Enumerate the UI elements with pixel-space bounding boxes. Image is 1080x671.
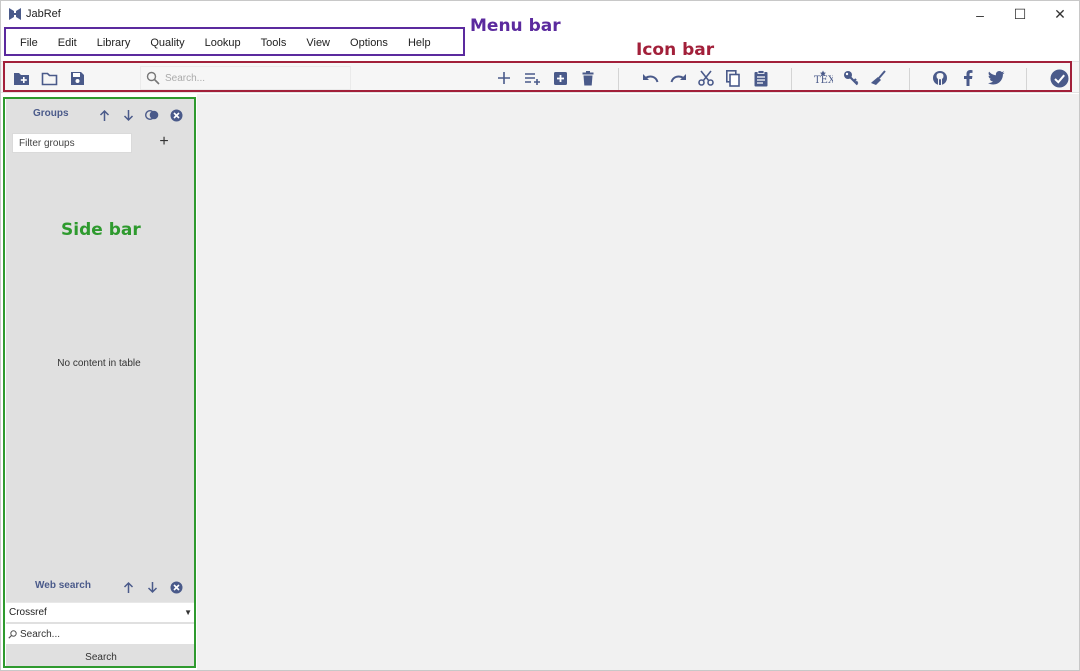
save-library-icon[interactable] [67,68,87,88]
close-pane-icon[interactable] [168,579,184,595]
web-search-input[interactable] [20,628,190,640]
toolbar-separator [618,68,619,90]
menu-quality[interactable]: Quality [140,33,194,53]
toolbar-separator [791,68,792,90]
move-up-icon[interactable] [96,107,112,123]
move-down-icon[interactable] [144,579,160,595]
facebook-icon[interactable] [958,68,978,88]
groups-title: Groups [33,108,69,119]
icon-bar-annotation-label: Icon bar [636,40,715,60]
svg-text:TEX: TEX [814,75,833,86]
key-icon[interactable] [841,68,861,88]
add-entry-icon[interactable] [494,68,514,88]
web-search-source-value: Crossref [9,607,47,618]
global-search-input[interactable] [165,72,345,84]
side-bar-annotation-label: Side bar [61,220,141,240]
icon-bar: TEX [1,61,1079,93]
web-search-field[interactable] [6,624,196,644]
close-button[interactable]: ✕ [1040,1,1080,28]
groups-header: Groups [6,105,196,125]
chevron-down-icon: ▼ [184,608,192,617]
minimize-button[interactable]: – [960,1,1000,28]
web-search-header: Web search [6,577,196,597]
filter-groups-input[interactable] [12,133,132,153]
menu-lookup[interactable]: Lookup [195,33,251,53]
check-circle-icon[interactable] [1049,68,1069,88]
add-square-icon[interactable] [550,68,570,88]
search-icon [146,71,160,85]
new-library-icon[interactable] [11,68,31,88]
menu-edit[interactable]: Edit [48,33,87,53]
global-search[interactable] [140,66,351,90]
menu-library[interactable]: Library [87,33,141,53]
menu-tools[interactable]: Tools [251,33,297,53]
cut-icon[interactable] [696,68,716,88]
web-search-source-select[interactable]: Crossref ▼ [6,602,196,622]
maximize-button[interactable]: ☐ [1000,1,1040,28]
redo-icon[interactable] [668,68,688,88]
side-pane: Groups + No content in table Web search [6,99,196,667]
menu-bar-annotation-label: Menu bar [470,16,561,36]
groups-empty-text: No content in table [57,358,141,369]
web-search-button[interactable]: Search [6,648,196,667]
undo-icon[interactable] [640,68,660,88]
toggle-view-icon[interactable] [144,107,160,123]
app-window: JabRef – ☐ ✕ File Edit Library Quality L… [0,0,1080,671]
toolbar-separator [909,68,910,90]
menu-help[interactable]: Help [398,33,441,53]
copy-icon[interactable] [723,68,743,88]
delete-icon[interactable] [578,68,598,88]
window-title: JabRef [26,8,61,20]
jabref-logo-icon [9,8,21,20]
close-pane-icon[interactable] [168,107,184,123]
menu-bar: File Edit Library Quality Lookup Tools V… [7,31,441,55]
move-down-icon[interactable] [120,107,136,123]
entry-table-area[interactable] [197,94,1079,670]
web-search-title: Web search [35,580,91,591]
search-icon [8,629,17,639]
open-library-icon[interactable] [39,68,59,88]
menu-options[interactable]: Options [340,33,398,53]
add-group-button[interactable]: + [156,133,172,153]
github-icon[interactable] [930,68,950,88]
add-entry-list-icon[interactable] [522,68,542,88]
toolbar-separator [1026,68,1027,90]
paste-icon[interactable] [751,68,771,88]
tex-icon[interactable]: TEX [813,68,833,88]
menu-view[interactable]: View [296,33,340,53]
twitter-icon[interactable] [986,68,1006,88]
move-up-icon[interactable] [120,579,136,595]
cleanup-broom-icon[interactable] [868,68,888,88]
menu-file[interactable]: File [7,33,48,53]
